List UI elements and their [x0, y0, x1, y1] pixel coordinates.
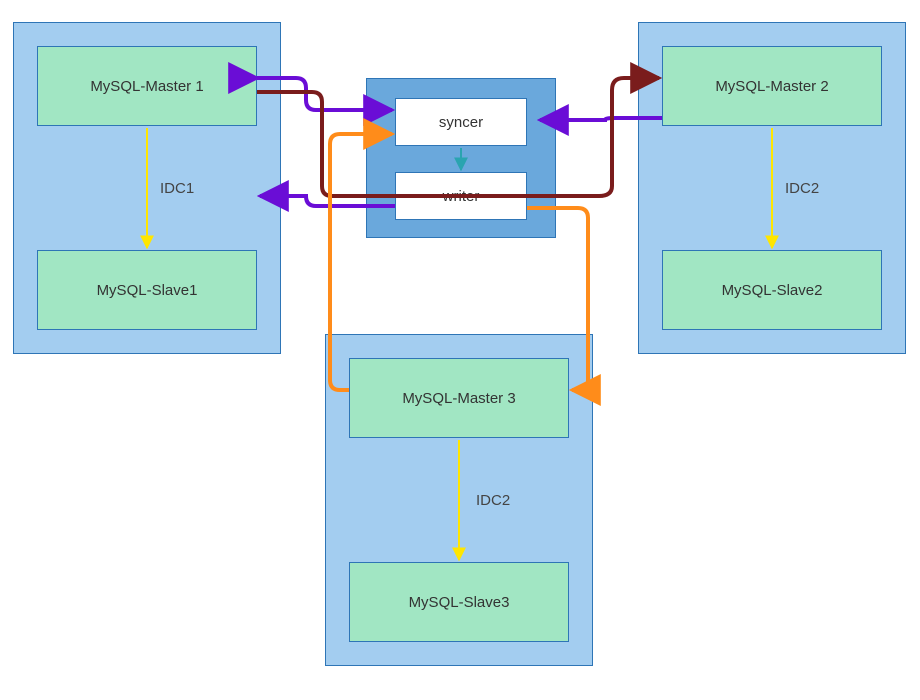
idc2-label: IDC2 [785, 180, 819, 197]
idc2-slave-node: MySQL-Slave2 [662, 250, 882, 330]
idc2-slave-label: MySQL-Slave2 [722, 282, 823, 299]
writer-node: writer [395, 172, 527, 220]
idc1-master-node: MySQL-Master 1 [37, 46, 257, 126]
idc1-slave-node: MySQL-Slave1 [37, 250, 257, 330]
idc3-slave-node: MySQL-Slave3 [349, 562, 569, 642]
idc1-label: IDC1 [160, 180, 194, 197]
syncer-node: syncer [395, 98, 527, 146]
idc3-slave-label: MySQL-Slave3 [409, 594, 510, 611]
idc1-master-label: MySQL-Master 1 [90, 78, 203, 95]
idc3-master-node: MySQL-Master 3 [349, 358, 569, 438]
writer-label: writer [443, 188, 480, 205]
idc2-master-label: MySQL-Master 2 [715, 78, 828, 95]
idc2-master-node: MySQL-Master 2 [662, 46, 882, 126]
idc3-label: IDC2 [476, 492, 510, 509]
idc1-slave-label: MySQL-Slave1 [97, 282, 198, 299]
idc3-master-label: MySQL-Master 3 [402, 390, 515, 407]
syncer-label: syncer [439, 114, 483, 131]
